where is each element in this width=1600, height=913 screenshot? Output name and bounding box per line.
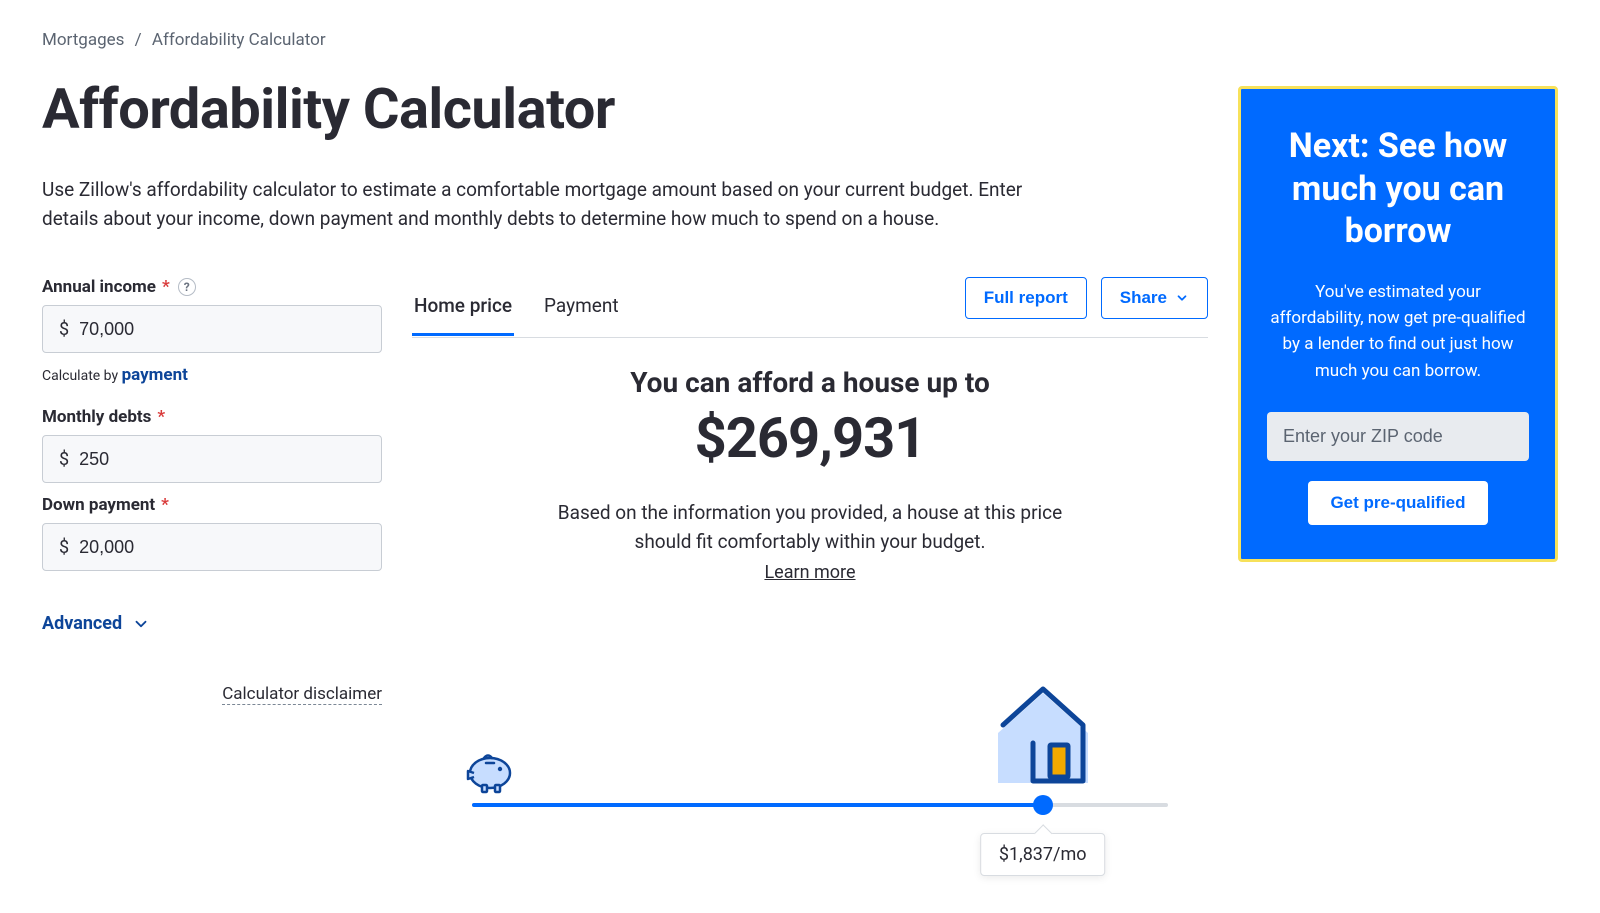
tab-payment[interactable]: Payment: [542, 280, 621, 336]
annual-income-input[interactable]: [75, 306, 381, 352]
form-column: Annual income * ? $ Calculate by payment…: [42, 277, 382, 705]
slider-thumb[interactable]: [1033, 795, 1053, 815]
annual-income-input-wrap: $: [42, 305, 382, 353]
tab-row: Home price Payment Full report Share: [412, 277, 1208, 338]
result-column: Home price Payment Full report Share You…: [412, 277, 1208, 883]
breadcrumb: Mortgages / Affordability Calculator: [42, 30, 1558, 50]
chevron-down-icon: [1175, 291, 1189, 305]
annual-income-group: Annual income * ? $: [42, 277, 382, 353]
help-icon[interactable]: ?: [178, 278, 196, 296]
page-description: Use Zillow's affordability calculator to…: [42, 176, 1042, 233]
required-mark: *: [161, 495, 169, 515]
tabs: Home price Payment: [412, 280, 621, 335]
required-mark: *: [162, 277, 170, 297]
calculator-disclaimer-link[interactable]: Calculator disclaimer: [222, 684, 382, 705]
zip-code-input[interactable]: [1267, 412, 1529, 461]
cta-description: You've estimated your affordability, now…: [1267, 279, 1529, 384]
share-button[interactable]: Share: [1101, 277, 1208, 319]
tab-home-price[interactable]: Home price: [412, 280, 514, 336]
calculate-by-payment-link[interactable]: payment: [122, 365, 188, 385]
down-payment-input-wrap: $: [42, 523, 382, 571]
afford-headline: You can afford a house up to: [412, 366, 1208, 399]
house-icon: [988, 683, 1098, 797]
monthly-debts-group: Monthly debts * $: [42, 407, 382, 483]
down-payment-group: Down payment * $: [42, 495, 382, 571]
monthly-debts-input[interactable]: [75, 436, 381, 482]
down-payment-label: Down payment *: [42, 495, 169, 515]
breadcrumb-current: Affordability Calculator: [152, 30, 326, 50]
chevron-down-icon: [132, 615, 150, 633]
cta-title: Next: See how much you can borrow: [1267, 125, 1529, 253]
breadcrumb-parent[interactable]: Mortgages: [42, 30, 124, 50]
breadcrumb-separator: /: [135, 30, 142, 50]
budget-slider: $1,837/mo: [472, 683, 1168, 883]
learn-more-link[interactable]: Learn more: [764, 562, 855, 583]
required-mark: *: [157, 407, 165, 427]
currency-prefix: $: [43, 537, 75, 558]
piggy-bank-icon: [462, 745, 518, 799]
monthly-debts-label: Monthly debts *: [42, 407, 165, 427]
afford-description: Based on the information you provided, a…: [550, 499, 1070, 556]
slider-value-tooltip: $1,837/mo: [980, 833, 1106, 876]
full-report-button[interactable]: Full report: [965, 277, 1087, 319]
monthly-debts-input-wrap: $: [42, 435, 382, 483]
afford-amount: $269,931: [412, 405, 1208, 471]
calculate-by-row: Calculate by payment: [42, 365, 382, 385]
down-payment-input[interactable]: [75, 524, 381, 570]
currency-prefix: $: [43, 449, 75, 470]
annual-income-label: Annual income * ?: [42, 277, 196, 297]
currency-prefix: $: [43, 319, 75, 340]
cta-card: Next: See how much you can borrow You've…: [1238, 86, 1558, 562]
get-prequalified-button[interactable]: Get pre-qualified: [1308, 481, 1487, 525]
advanced-toggle[interactable]: Advanced: [42, 613, 150, 634]
result-area: You can afford a house up to $269,931 Ba…: [412, 366, 1208, 883]
slider-fill: [472, 803, 1043, 807]
